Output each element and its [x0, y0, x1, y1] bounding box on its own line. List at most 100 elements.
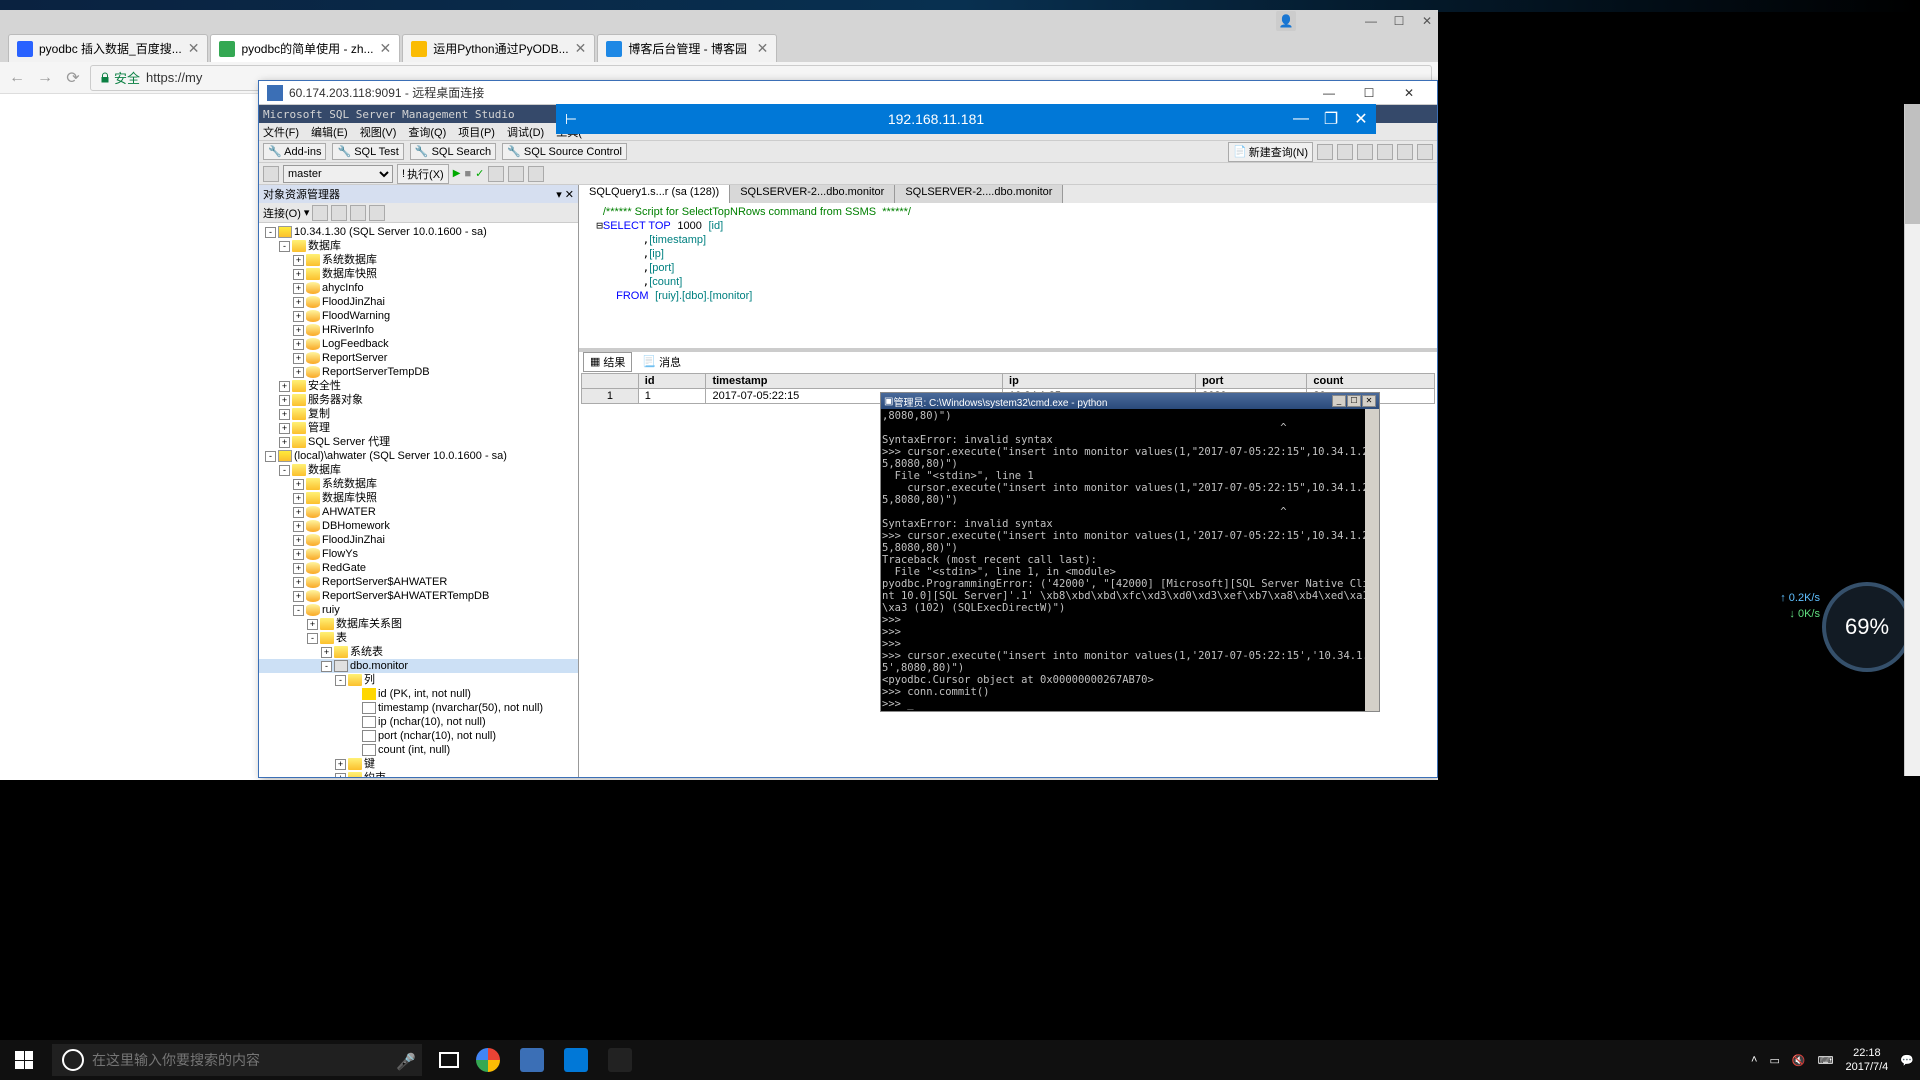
execute-button[interactable]: ! 执行(X)	[397, 164, 449, 184]
tree-node[interactable]: id (PK, int, not null)	[259, 687, 578, 701]
tree-node[interactable]: -10.34.1.30 (SQL Server 10.0.1600 - sa)	[259, 225, 578, 239]
search-input[interactable]	[92, 1052, 388, 1068]
tree-toggle[interactable]: +	[293, 353, 304, 364]
terminal-taskbar[interactable]	[598, 1040, 642, 1080]
close-tab-icon[interactable]: ✕	[757, 40, 769, 57]
editor-tabs[interactable]: SQLQuery1.s...r (sa (128))SQLSERVER-2...…	[579, 185, 1437, 203]
conn-restore[interactable]: ❐	[1316, 109, 1346, 129]
cmd-minimize[interactable]: _	[1332, 395, 1346, 407]
tree-node[interactable]: +键	[259, 757, 578, 771]
panel-controls[interactable]: ▾ ✕	[556, 188, 574, 201]
tree-toggle[interactable]: +	[293, 311, 304, 322]
tree-toggle[interactable]: +	[293, 563, 304, 574]
tree-node[interactable]: +ReportServer	[259, 351, 578, 365]
search-box[interactable]: 🎤	[52, 1044, 422, 1076]
cmd-output[interactable]: ,8080,80)") ^ SyntaxError: invalid synta…	[881, 409, 1379, 711]
close-tab-icon[interactable]: ✕	[188, 40, 200, 57]
tree-node[interactable]: -表	[259, 631, 578, 645]
conn-minimize[interactable]: —	[1286, 110, 1316, 128]
rdp-connection-bar[interactable]: ⊢ 192.168.11.181 — ❐ ✕	[556, 104, 1376, 134]
tree-node[interactable]: +系统表	[259, 645, 578, 659]
stop-icon[interactable]: ■	[464, 168, 471, 180]
menu-item[interactable]: 编辑(E)	[311, 124, 348, 140]
tree-toggle[interactable]: +	[293, 535, 304, 546]
tree-toggle[interactable]: +	[293, 577, 304, 588]
forward-button[interactable]: →	[34, 67, 56, 89]
rdp-maximize[interactable]: ☐	[1349, 86, 1389, 100]
rdp-close[interactable]: ✕	[1389, 86, 1429, 100]
back-button[interactable]: ←	[6, 67, 28, 89]
mic-icon[interactable]: 🎤	[396, 1052, 412, 1068]
tree-toggle[interactable]: +	[321, 647, 332, 658]
toolbar-button[interactable]: 🔧 SQL Test	[332, 143, 403, 160]
toolbar-icon[interactable]	[488, 166, 504, 182]
tray-chevron[interactable]: ˄	[1751, 1054, 1757, 1066]
result-tabs[interactable]: ▦ 结果 📃 消息	[579, 351, 1437, 371]
tree-toggle[interactable]: +	[279, 395, 290, 406]
ssms-toolbar-2[interactable]: master ! 执行(X) ▶ ■ ✓	[259, 163, 1437, 185]
page-scrollbar[interactable]	[1904, 104, 1920, 776]
object-explorer-toolbar[interactable]: 连接(O)▾	[259, 203, 578, 223]
system-tray[interactable]: ˄ ▭ 🔇 ⌨ 22:18 2017/7/4 💬	[1751, 1046, 1920, 1074]
tree-toggle[interactable]: -	[335, 675, 346, 686]
menu-item[interactable]: 查询(Q)	[408, 124, 446, 140]
tree-node[interactable]: +约束	[259, 771, 578, 777]
tree-node[interactable]: +ReportServer$AHWATERTempDB	[259, 589, 578, 603]
sql-editor[interactable]: /****** Script for SelectTopNRows comman…	[579, 203, 1437, 348]
tree-node[interactable]: +FloodWarning	[259, 309, 578, 323]
toolbar-button[interactable]: 🔧 SQL Source Control	[502, 143, 627, 160]
grid-header[interactable]: count	[1307, 374, 1435, 389]
tree-toggle[interactable]: +	[279, 423, 290, 434]
database-dropdown[interactable]: master	[283, 165, 393, 183]
tree-toggle[interactable]: +	[279, 437, 290, 448]
toolbar-icon[interactable]	[1417, 144, 1433, 160]
toolbar-icon[interactable]	[1357, 144, 1373, 160]
grid-header[interactable]: timestamp	[706, 374, 1003, 389]
tree-toggle[interactable]: +	[293, 507, 304, 518]
tree-node[interactable]: +系统数据库	[259, 253, 578, 267]
minimize-button[interactable]: —	[1364, 14, 1378, 28]
tree-node[interactable]: +数据库关系图	[259, 617, 578, 631]
tree-node[interactable]: +ReportServer$AHWATER	[259, 575, 578, 589]
toolbar-icon[interactable]	[1377, 144, 1393, 160]
reload-button[interactable]: ⟳	[62, 67, 84, 89]
toolbar-button[interactable]: 🔧 SQL Search	[410, 143, 496, 160]
tree-node[interactable]: -(local)\ahwater (SQL Server 10.0.1600 -…	[259, 449, 578, 463]
cortana-icon[interactable]	[62, 1049, 84, 1071]
new-query-button[interactable]: 📄 新建查询(N)	[1228, 142, 1313, 162]
tree-toggle[interactable]: +	[293, 255, 304, 266]
tree-node[interactable]: +FloodJinZhai	[259, 295, 578, 309]
close-tab-icon[interactable]: ✕	[380, 40, 392, 57]
tree-toggle[interactable]: +	[293, 591, 304, 602]
tree-toggle[interactable]: +	[293, 283, 304, 294]
grid-cell[interactable]: 1	[638, 389, 706, 404]
grid-cell[interactable]: 1	[582, 389, 639, 404]
cmd-titlebar[interactable]: ▣ 管理员: C:\Windows\system32\cmd.exe - pyt…	[881, 393, 1379, 409]
rdp-minimize[interactable]: —	[1309, 86, 1349, 100]
volume-icon[interactable]: 🔇	[1792, 1054, 1806, 1067]
tree-node[interactable]: +ReportServerTempDB	[259, 365, 578, 379]
tree-node[interactable]: +管理	[259, 421, 578, 435]
editor-tab[interactable]: SQLSERVER-2...dbo.monitor	[730, 185, 895, 203]
notifications-icon[interactable]: 💬	[1900, 1054, 1914, 1067]
tree-toggle[interactable]: -	[321, 661, 332, 672]
ime-icon[interactable]: ⌨	[1818, 1054, 1834, 1067]
messages-tab[interactable]: 📃 消息	[636, 353, 687, 371]
cmd-window[interactable]: ▣ 管理员: C:\Windows\system32\cmd.exe - pyt…	[880, 392, 1380, 712]
taskbar[interactable]: 🎤 ˄ ▭ 🔇 ⌨ 22:18 2017/7/4 💬	[0, 1040, 1920, 1080]
tree-node[interactable]: port (nchar(10), not null)	[259, 729, 578, 743]
tree-toggle[interactable]: -	[265, 227, 276, 238]
run-icon[interactable]: ▶	[453, 168, 461, 179]
browser-tab[interactable]: pyodbc 插入数据_百度搜...✕	[8, 34, 208, 62]
tree-toggle[interactable]: +	[279, 381, 290, 392]
clock[interactable]: 22:18 2017/7/4	[1845, 1046, 1888, 1074]
menu-item[interactable]: 调试(D)	[507, 124, 544, 140]
grid-header[interactable]: id	[638, 374, 706, 389]
toolbar-icon[interactable]	[1317, 144, 1333, 160]
tree-toggle[interactable]: +	[293, 325, 304, 336]
maximize-button[interactable]: ☐	[1392, 14, 1406, 28]
tree-node[interactable]: +DBHomework	[259, 519, 578, 533]
editor-tab[interactable]: SQLSERVER-2....dbo.monitor	[895, 185, 1063, 203]
user-icon[interactable]: 👤	[1276, 11, 1296, 31]
tree-node[interactable]: +服务器对象	[259, 393, 578, 407]
